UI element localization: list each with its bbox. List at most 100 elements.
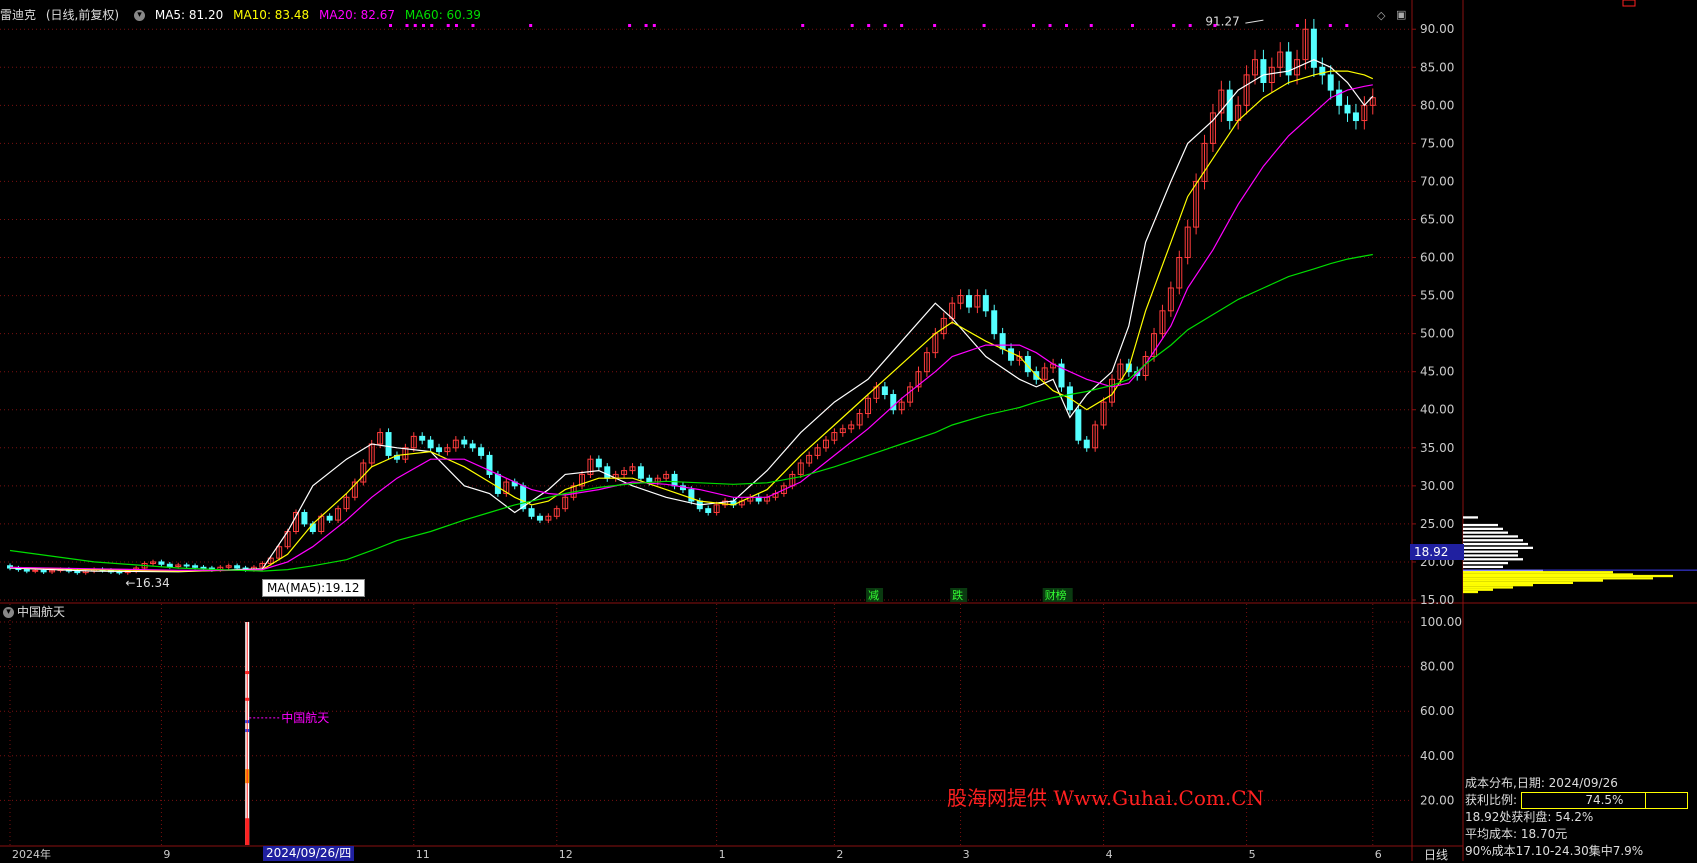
candle-body — [158, 561, 165, 565]
chevron-down-icon[interactable]: ▾ — [134, 10, 146, 21]
signal-dot — [1089, 24, 1093, 27]
legend-stock-name[interactable]: 雷迪克 (日线,前复权) — [0, 8, 125, 22]
signal-dot — [421, 24, 425, 27]
signal-dot — [1213, 24, 1217, 27]
candle-body — [705, 508, 712, 513]
y-tick-label: 30.00 — [1420, 479, 1454, 493]
cost-bar — [1463, 554, 1518, 557]
signal-dot — [883, 24, 887, 27]
sub-y-tick-label: 60.00 — [1420, 704, 1454, 718]
candle-body — [1344, 104, 1351, 114]
x-tick-label: 11 — [416, 848, 430, 861]
candle-body — [469, 443, 476, 449]
sub-panel-title[interactable]: 中国航天 — [17, 605, 65, 619]
y-tick-label: 85.00 — [1420, 60, 1454, 74]
cost-bar — [1463, 558, 1523, 561]
stock-chart[interactable]: 90.00 85.00 80.00 75.00 70.00 65.00 60.00 55.00… — [0, 0, 1697, 861]
sub-y-tick-label: 100.00 — [1420, 615, 1462, 629]
candle-body — [494, 473, 501, 494]
candle-body — [234, 565, 241, 569]
signal-dot — [801, 24, 805, 27]
cost-bar — [1463, 539, 1523, 542]
period-label[interactable]: 日线 — [1424, 846, 1448, 863]
candle-body — [528, 508, 535, 517]
candle-body — [671, 473, 678, 487]
y-tick-label: 40.00 — [1420, 403, 1454, 417]
candle-body — [192, 565, 199, 568]
candle-body — [183, 564, 190, 567]
signal-dot — [471, 24, 475, 27]
signal-dot — [1172, 24, 1176, 27]
profit-ratio-bar: 74.5% — [1520, 792, 1688, 809]
signal-dot — [454, 24, 458, 27]
signal-dot — [1065, 24, 1069, 27]
y-tick-label: 55.00 — [1420, 289, 1454, 303]
signal-dot — [1188, 24, 1192, 27]
cost-distribution-panel: 成本分布,日期: 2024/09/26 获利比例: 74.5% 18.92处获利… — [1465, 775, 1697, 860]
cost-bar — [1463, 531, 1508, 534]
y-tick-label: 65.00 — [1420, 212, 1454, 226]
candle-body — [1083, 439, 1090, 449]
chart-legend: 雷迪克 (日线,前复权) ▾ MA5: 81.20 MA10: 83.48 MA2… — [0, 6, 487, 22]
x-tick-label: 2 — [836, 848, 843, 861]
candle-body — [1352, 112, 1359, 122]
y-tick-label: 80.00 — [1420, 98, 1454, 112]
candle-body — [637, 466, 644, 479]
cost-bar — [1463, 577, 1653, 580]
signal-dot — [652, 24, 656, 27]
candle-body — [116, 571, 123, 574]
event-tag: 财榜 — [1045, 588, 1067, 602]
candle-body — [419, 435, 426, 441]
low-price-label: ←16.34 — [125, 576, 169, 590]
candle-body — [1260, 59, 1267, 83]
candle-body — [32, 569, 39, 572]
candle-body — [461, 439, 468, 445]
y-tick-label: 75.00 — [1420, 136, 1454, 150]
cost-bar — [1463, 561, 1508, 565]
signal-dot — [1328, 24, 1332, 27]
profit-at-price: 18.92处获利盘: 54.2% — [1465, 810, 1594, 824]
average-cost: 平均成本: 18.70元 — [1465, 827, 1568, 841]
signal-dot — [413, 24, 417, 27]
candle-body — [40, 569, 47, 573]
y-tick-label: 45.00 — [1420, 365, 1454, 379]
cost-histogram — [1463, 516, 1673, 594]
candle-body — [1327, 74, 1334, 91]
signal-dot — [1295, 24, 1299, 27]
signal-dot — [1130, 24, 1134, 27]
cost-bar — [1463, 546, 1533, 550]
candle-body — [881, 386, 888, 396]
candle-body — [965, 295, 972, 308]
signal-dot — [900, 24, 904, 27]
signal-dot — [389, 24, 393, 27]
signal-dot — [529, 24, 533, 27]
x-tick-label: 5 — [1249, 848, 1256, 861]
candle-body — [74, 570, 81, 574]
candle-body — [646, 477, 653, 483]
candle-body — [982, 295, 989, 312]
signal-dot — [933, 24, 937, 27]
chevron-down-icon[interactable]: ▾ — [3, 607, 14, 618]
y-tick-label: 90.00 — [1420, 22, 1454, 36]
candle-body — [595, 458, 602, 468]
ma-tooltip: MA(MA5):19.12 — [262, 579, 365, 597]
candle-body — [166, 563, 173, 568]
event-tag: 减 — [868, 589, 879, 602]
cost-bar — [1463, 516, 1478, 519]
signal-dot — [405, 24, 409, 27]
watermark: 股海网提供 Www.Guhai.Com.CN — [947, 786, 1265, 810]
signal-dot — [1345, 24, 1349, 27]
cost-bar — [1463, 579, 1603, 582]
sub-y-tick-label: 80.00 — [1420, 660, 1454, 674]
cost-bar — [1463, 574, 1673, 578]
signal-dot — [628, 24, 632, 27]
diamond-icon[interactable]: ◇ — [1377, 9, 1385, 22]
signal-dot — [867, 24, 871, 27]
cost-bar — [1463, 571, 1613, 574]
y-tick-label: 35.00 — [1420, 441, 1454, 455]
x-tick-label: 1 — [719, 848, 726, 861]
signal-dot — [1048, 24, 1052, 27]
window-icon[interactable]: ▣ — [1396, 8, 1406, 21]
cost-bar — [1463, 581, 1573, 585]
y-tick-label: 60.00 — [1420, 251, 1454, 265]
